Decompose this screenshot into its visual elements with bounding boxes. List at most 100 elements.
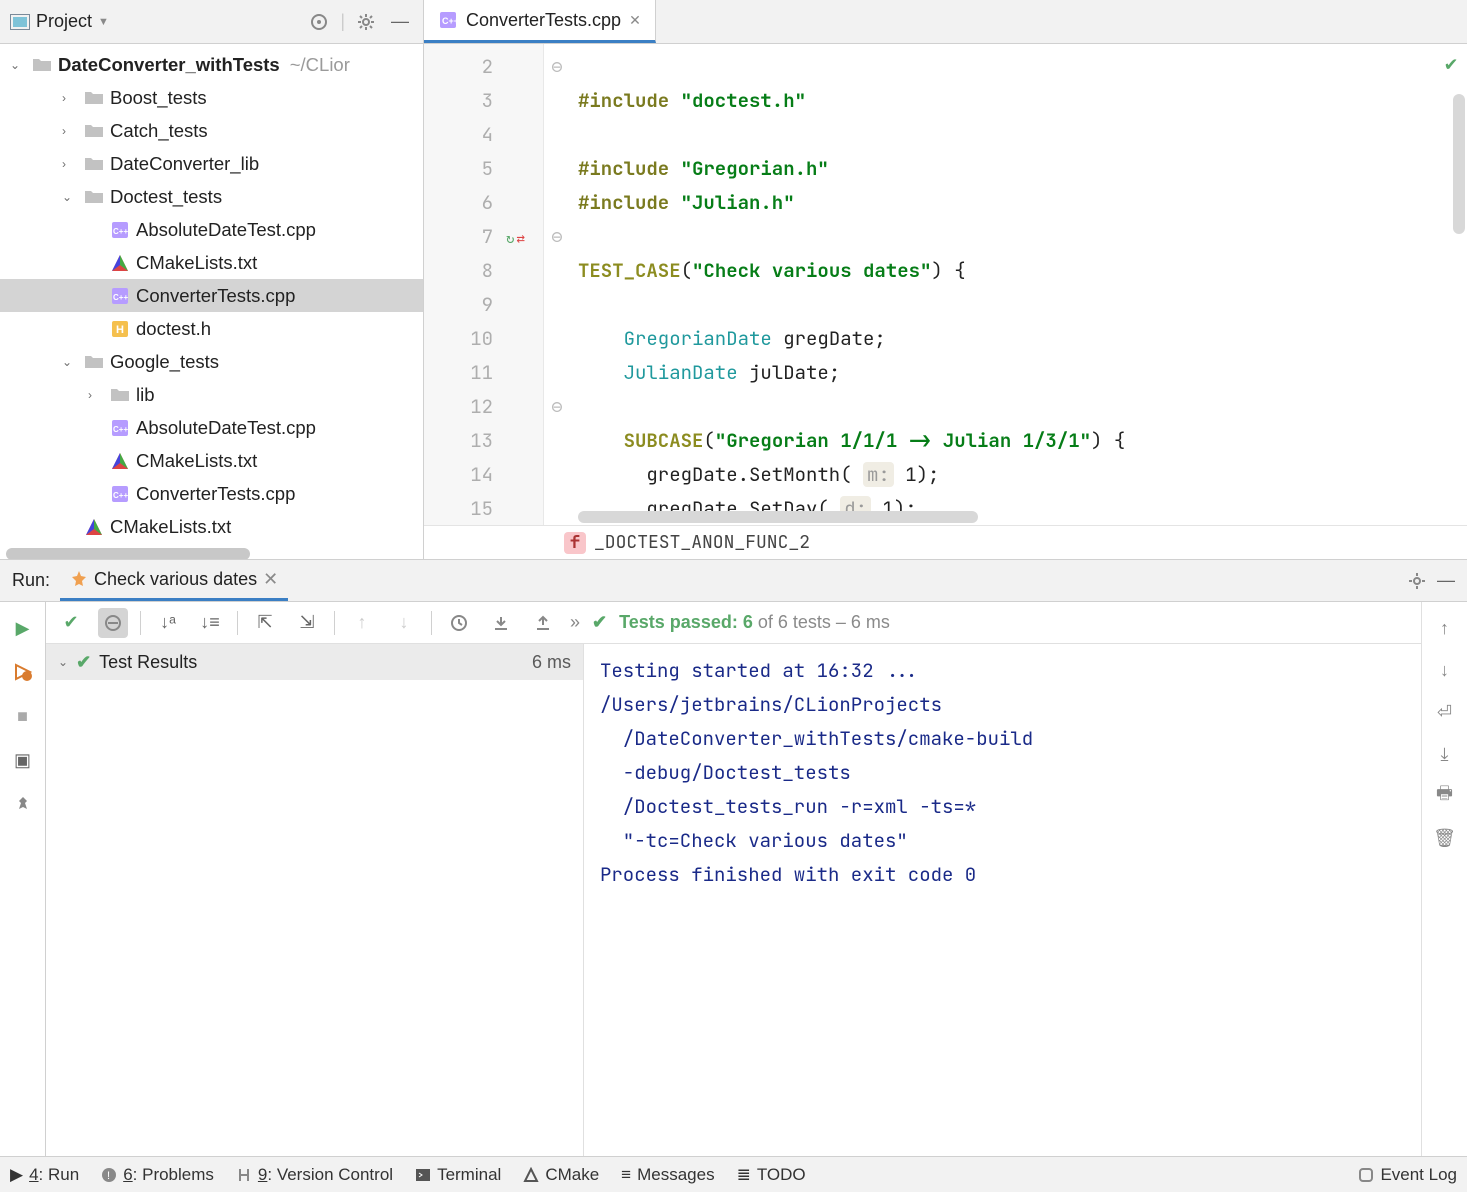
chevron-down-icon[interactable]: ⌄ <box>62 355 78 369</box>
rerun-failed-button[interactable] <box>9 658 37 686</box>
code-area[interactable]: #include "doctest.h" #include "Gregorian… <box>570 44 1467 525</box>
fold-gutter[interactable]: ⊖⊖⊖ <box>544 44 570 525</box>
tree-item[interactable]: CMakeLists.txt <box>0 246 423 279</box>
svg-text:C++: C++ <box>442 16 458 26</box>
editor-panel: C++ ConverterTests.cpp ✕ 234567891011121… <box>424 0 1467 559</box>
run-config-tab[interactable]: Check various dates ✕ <box>60 560 288 601</box>
close-run-tab-button[interactable]: ✕ <box>263 569 278 590</box>
folder-icon <box>82 88 106 108</box>
history-button[interactable] <box>444 608 474 638</box>
statusbar-run[interactable]: ▶ 4: Run <box>10 1165 79 1185</box>
tree-item[interactable]: C++AbsoluteDateTest.cpp <box>0 213 423 246</box>
dropdown-icon[interactable]: ▼ <box>98 16 109 28</box>
chevron-right-icon[interactable]: › <box>88 388 104 402</box>
import-button[interactable] <box>486 608 516 638</box>
run-tool-window: Run: Check various dates ✕ — ▶ ■ ▣ ✔ ↓ᵃ … <box>0 560 1467 1156</box>
statusbar-eventlog[interactable]: Event Log <box>1358 1165 1457 1185</box>
settings-button[interactable] <box>353 9 379 35</box>
sort-alpha-button[interactable]: ↓ᵃ <box>153 608 183 638</box>
folder-icon <box>108 385 132 405</box>
stop-button[interactable]: ■ <box>9 702 37 730</box>
run-right-gutter: ↑ ↓ ⏎ ⤓ 🖶 🗑 <box>1421 602 1467 1156</box>
clear-button[interactable]: 🗑 <box>1431 824 1459 852</box>
test-results-label: Test Results <box>99 652 197 673</box>
header-icon: H <box>108 319 132 339</box>
folder-icon <box>82 352 106 372</box>
tree-item-label: Doctest_tests <box>110 186 222 208</box>
statusbar-cmake[interactable]: CMake <box>523 1165 599 1185</box>
tree-item-label: CMakeLists.txt <box>136 450 257 472</box>
tree-path-label: ~/CLior <box>290 54 350 76</box>
chevron-down-icon[interactable]: ⌄ <box>10 58 26 72</box>
statusbar-messages[interactable]: ≡ Messages <box>621 1165 714 1185</box>
layout-button[interactable]: ▣ <box>9 746 37 774</box>
rerun-button[interactable]: ▶ <box>9 614 37 642</box>
inspection-ok-icon: ✔ <box>1445 50 1457 76</box>
locate-button[interactable] <box>306 9 332 35</box>
next-test-button[interactable]: ↓ <box>389 608 419 638</box>
tree-item[interactable]: C++ConverterTests.cpp <box>0 279 423 312</box>
tree-item[interactable]: ⌄Google_tests <box>0 345 423 378</box>
pin-button[interactable] <box>9 790 37 818</box>
tree-item[interactable]: Hdoctest.h <box>0 312 423 345</box>
print-button[interactable]: 🖶 <box>1431 782 1459 810</box>
show-ignored-button[interactable] <box>98 608 128 638</box>
editor-body[interactable]: 23456789101112131415↻⇄ ⊖⊖⊖ #include "doc… <box>424 44 1467 525</box>
chevron-down-icon[interactable]: ⌄ <box>62 190 78 204</box>
run-console[interactable]: Testing started at 16:32 ... /Users/jetb… <box>584 644 1421 1156</box>
statusbar-vcs[interactable]: 9: Version Control <box>236 1165 393 1185</box>
test-results-tree[interactable]: ⌄ ✔ Test Results 6 ms <box>46 644 584 1156</box>
tree-item[interactable]: ›lib <box>0 378 423 411</box>
chevron-down-icon[interactable]: ⌄ <box>58 655 68 669</box>
tree-item[interactable]: ›Boost_tests <box>0 81 423 114</box>
scroll-to-end-button[interactable]: ⤓ <box>1431 740 1459 768</box>
tests-passed-count: 6 <box>743 612 753 632</box>
editor-vertical-scrollbar[interactable] <box>1453 94 1465 234</box>
run-settings-button[interactable] <box>1407 571 1427 591</box>
prev-test-button[interactable]: ↑ <box>347 608 377 638</box>
statusbar-problems[interactable]: ! 6: Problems <box>101 1165 214 1185</box>
sort-duration-button[interactable]: ↓≡ <box>195 608 225 638</box>
line-number-gutter: 23456789101112131415↻⇄ <box>424 44 544 525</box>
cpp-file-icon: C++ <box>438 10 458 30</box>
tree-item[interactable]: ›Catch_tests <box>0 114 423 147</box>
collapse-all-button[interactable]: ⇲ <box>292 608 322 638</box>
project-tree[interactable]: ⌄ DateConverter_withTests ~/CLior ›Boost… <box>0 44 423 559</box>
tree-item-label: doctest.h <box>136 318 211 340</box>
editor-tab[interactable]: C++ ConverterTests.cpp ✕ <box>424 0 656 43</box>
svg-text:C++: C++ <box>113 293 128 302</box>
test-results-root[interactable]: ⌄ ✔ Test Results 6 ms <box>46 644 583 680</box>
statusbar-terminal[interactable]: Terminal <box>415 1165 501 1185</box>
tree-item-label: CMakeLists.txt <box>136 252 257 274</box>
hide-run-button[interactable]: — <box>1437 570 1455 591</box>
chevron-right-icon[interactable]: › <box>62 124 78 138</box>
tree-item-label: DateConverter_lib <box>110 153 259 175</box>
export-button[interactable] <box>528 608 558 638</box>
editor-breadcrumb[interactable]: f _DOCTEST_ANON_FUNC_2 <box>424 525 1467 559</box>
project-panel-header: Project ▼ | — <box>0 0 423 44</box>
cpp-icon: C++ <box>108 286 132 306</box>
soft-wrap-button[interactable]: ⏎ <box>1431 698 1459 726</box>
tree-item[interactable]: C++AbsoluteDateTest.cpp <box>0 411 423 444</box>
scroll-down-button[interactable]: ↓ <box>1431 656 1459 684</box>
tree-root[interactable]: ⌄ DateConverter_withTests ~/CLior <box>0 48 423 81</box>
run-gutter-icon[interactable]: ↻ <box>506 222 514 256</box>
chevron-right-icon[interactable]: › <box>62 157 78 171</box>
project-title[interactable]: Project <box>36 11 92 32</box>
cpp-icon: C++ <box>108 418 132 438</box>
tree-item[interactable]: ⌄ Doctest_tests <box>0 180 423 213</box>
minimize-button[interactable]: — <box>387 9 413 35</box>
chevron-right-icon[interactable]: › <box>62 91 78 105</box>
cpp-icon: C++ <box>108 220 132 240</box>
statusbar-todo[interactable]: ≣ TODO <box>737 1165 806 1185</box>
close-tab-button[interactable]: ✕ <box>629 12 641 29</box>
tree-item[interactable]: › DateConverter_lib <box>0 147 423 180</box>
show-passed-button[interactable]: ✔ <box>56 608 86 638</box>
expand-all-button[interactable]: ⇱ <box>250 608 280 638</box>
horizontal-scrollbar[interactable] <box>6 548 413 559</box>
tree-item[interactable]: CMakeLists.txt <box>0 444 423 477</box>
editor-horizontal-scrollbar[interactable] <box>578 511 978 523</box>
tree-item[interactable]: CMakeLists.txt <box>0 510 423 543</box>
tree-item[interactable]: C++ConverterTests.cpp <box>0 477 423 510</box>
scroll-up-button[interactable]: ↑ <box>1431 614 1459 642</box>
